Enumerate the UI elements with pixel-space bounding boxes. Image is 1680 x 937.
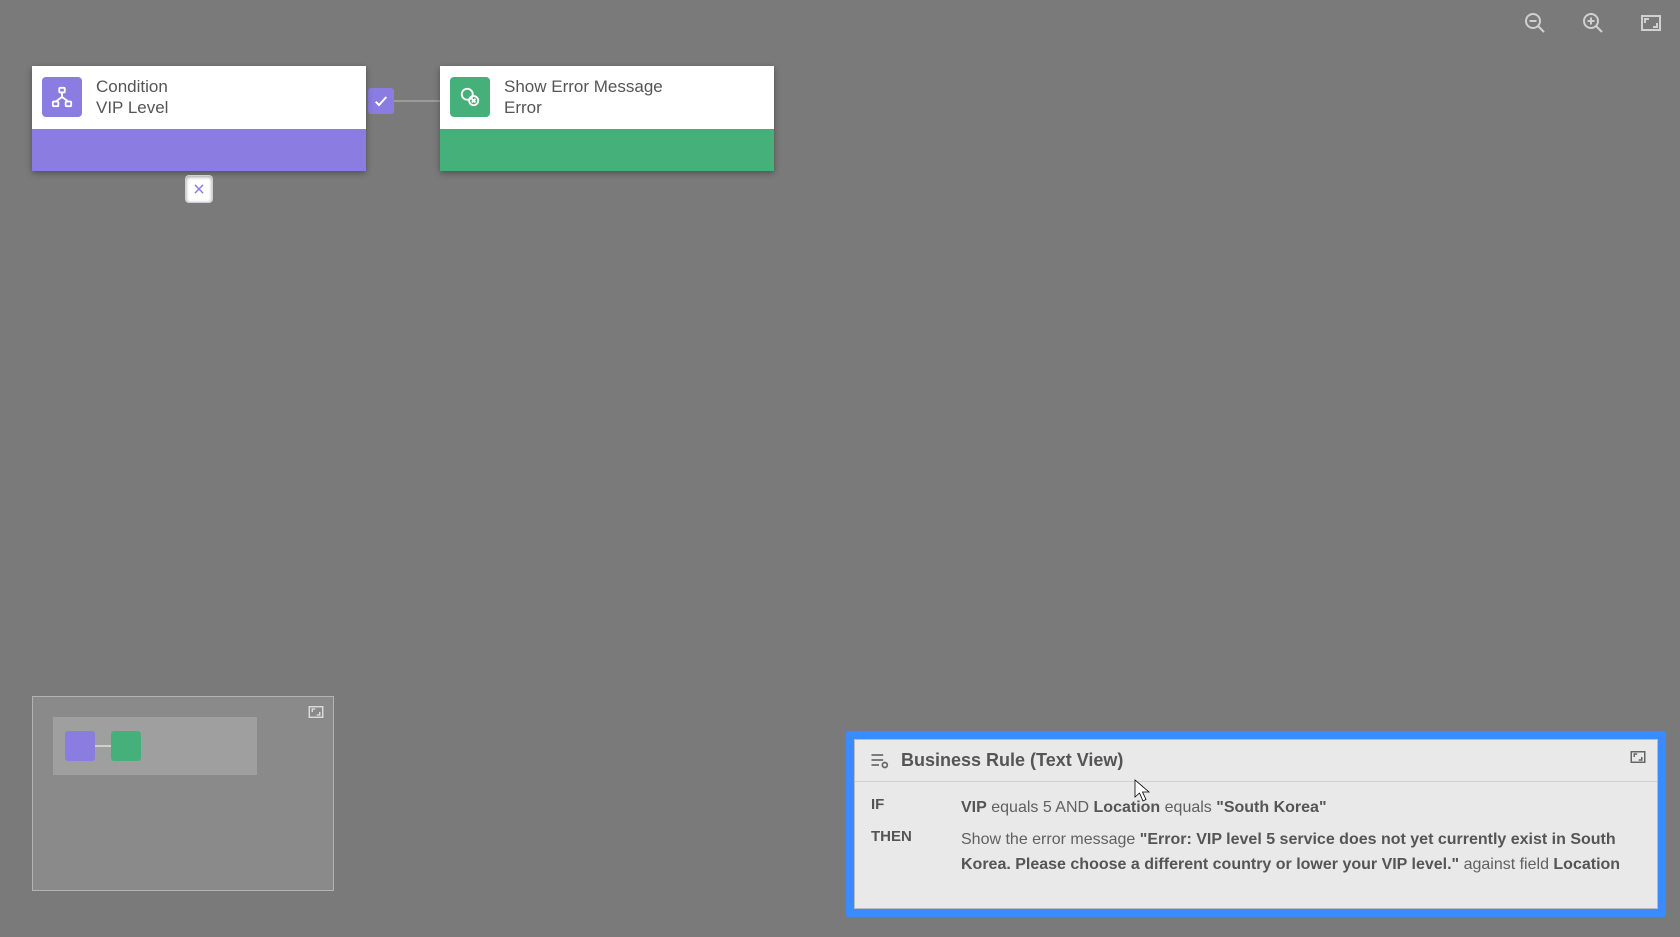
minimap-action-node <box>111 731 141 761</box>
textview-icon <box>869 750 889 770</box>
action-node[interactable]: Show Error Message Error <box>440 66 774 171</box>
textview-header: Business Rule (Text View) <box>855 740 1657 782</box>
then-field-location: Location <box>1553 856 1620 873</box>
condition-node[interactable]: Condition VIP Level <box>32 66 366 171</box>
action-node-footer <box>440 129 774 171</box>
if-field-vip: VIP <box>961 799 987 816</box>
textview-if-keyword: IF <box>871 796 961 821</box>
minimap[interactable] <box>32 696 334 891</box>
action-node-subtitle: Error <box>504 97 663 118</box>
minimap-connector <box>95 745 111 747</box>
error-action-icon <box>450 77 490 117</box>
textview-if-expression: VIP equals 5 AND Location equals "South … <box>961 796 1641 821</box>
textview-highlight: Business Rule (Text View) IF VIP equals … <box>846 731 1666 917</box>
action-node-header: Show Error Message Error <box>440 66 774 129</box>
textview-title: Business Rule (Text View) <box>901 750 1123 771</box>
textview-then-keyword: THEN <box>871 828 961 878</box>
if-field-location: Location <box>1094 799 1161 816</box>
textview-body: IF VIP equals 5 AND Location equals "Sou… <box>855 782 1657 908</box>
if-value-southkorea: "South Korea" <box>1216 799 1326 816</box>
minimap-expand-button[interactable] <box>307 703 325 726</box>
textview-then-expression: Show the error message "Error: VIP level… <box>961 828 1641 878</box>
condition-node-footer <box>32 129 366 171</box>
branch-icon <box>42 77 82 117</box>
action-node-title: Show Error Message <box>504 76 663 97</box>
textview-expand-button[interactable] <box>1629 748 1647 771</box>
connector-false-badge[interactable] <box>186 176 212 202</box>
condition-node-subtitle: VIP Level <box>96 97 168 118</box>
condition-node-title: Condition <box>96 76 168 97</box>
textview-panel[interactable]: Business Rule (Text View) IF VIP equals … <box>854 739 1658 909</box>
minimap-condition-node <box>65 731 95 761</box>
condition-node-header: Condition VIP Level <box>32 66 366 129</box>
connector-true-badge[interactable] <box>368 88 394 114</box>
